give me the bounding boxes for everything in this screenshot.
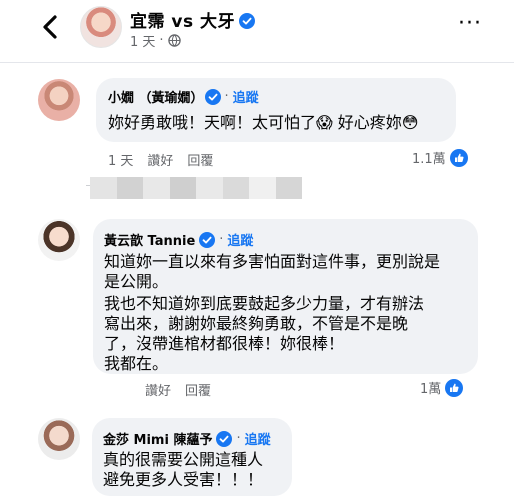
follow-button[interactable]: 追蹤 bbox=[227, 230, 253, 249]
comment-text-line: 我都在。 bbox=[104, 354, 169, 373]
comment-time[interactable]: 1 天 bbox=[108, 150, 133, 169]
comment-author-row: 金莎 Mimi 陳蘊予 · 追蹤 bbox=[103, 429, 271, 448]
comment-text-line: 真的很需要公開這種人 bbox=[103, 450, 264, 469]
comment-text-line: 寫出來，謝謝妳最終夠勇敢，不管是不是晚 bbox=[104, 314, 409, 333]
post-header: 宜霈 vs 大牙 1 天 · ··· bbox=[0, 0, 514, 62]
avatar[interactable] bbox=[38, 418, 80, 460]
verified-badge-icon bbox=[216, 430, 233, 447]
page-title[interactable]: 宜霈 vs 大牙 bbox=[130, 7, 256, 32]
header-divider bbox=[0, 62, 514, 63]
reply-button[interactable]: 回覆 bbox=[185, 380, 211, 399]
comment-author[interactable]: 黃云歆 Tannie bbox=[104, 230, 195, 249]
comment-text-line: 知道妳一直以來有多害怕面對這件事，更別說是 bbox=[104, 252, 441, 271]
author-separator: · bbox=[236, 431, 241, 446]
reply-button[interactable]: 回覆 bbox=[187, 150, 213, 169]
blurred-replies bbox=[90, 177, 302, 199]
comment-author[interactable]: 金莎 Mimi 陳蘊予 bbox=[103, 429, 212, 448]
comment-actions: 1 天 讚好 回覆 bbox=[108, 150, 213, 169]
page-avatar[interactable] bbox=[80, 6, 122, 48]
comment-author[interactable]: 小嫺 （黃瑜嫺） bbox=[108, 87, 204, 106]
reaction-count-text: 1.1萬 bbox=[412, 152, 446, 167]
post-time[interactable]: 1 天 bbox=[130, 31, 155, 50]
like-reaction-icon bbox=[449, 148, 468, 167]
avatar[interactable] bbox=[38, 79, 80, 121]
reaction-count-text: 1萬 bbox=[420, 382, 442, 397]
like-button[interactable]: 讚好 bbox=[147, 150, 173, 169]
comment-text-line: 是公開。 bbox=[104, 272, 169, 291]
comment-text: 妳好勇敢哦！天啊！太可怕了😱 好心疼妳😳 bbox=[108, 113, 419, 132]
post-meta: 1 天 · bbox=[130, 31, 181, 50]
comment-actions: 讚好 回覆 bbox=[145, 380, 211, 399]
comment-author-row: 黃云歆 Tannie · 追蹤 bbox=[104, 230, 253, 249]
more-icon[interactable]: ··· bbox=[458, 13, 482, 35]
like-button[interactable]: 讚好 bbox=[145, 380, 171, 399]
comment-text-line: 避免更多人受害！！！ bbox=[103, 470, 264, 489]
verified-badge-icon bbox=[199, 231, 216, 248]
like-reaction-icon bbox=[445, 378, 464, 397]
reaction-count[interactable]: 1.1萬 bbox=[412, 148, 468, 167]
reaction-count[interactable]: 1萬 bbox=[420, 378, 464, 397]
comment-author-row: 小嫺 （黃瑜嫺） · 追蹤 bbox=[108, 87, 259, 106]
back-arrow-icon[interactable] bbox=[36, 12, 66, 42]
author-separator: · bbox=[224, 89, 229, 104]
follow-button[interactable]: 追蹤 bbox=[233, 87, 259, 106]
follow-button[interactable]: 追蹤 bbox=[245, 429, 271, 448]
comment-text-line: 了，沒帶進棺材都很棒！妳很棒！ bbox=[104, 334, 345, 353]
page-title-text[interactable]: 宜霈 vs 大牙 bbox=[130, 12, 235, 32]
avatar[interactable] bbox=[38, 219, 80, 261]
verified-badge-icon bbox=[204, 88, 221, 105]
author-separator: · bbox=[219, 232, 224, 247]
comment-text-line: 我也不知道妳到底要鼓起多少力量，才有辦法 bbox=[104, 294, 425, 313]
globe-icon bbox=[167, 34, 181, 47]
meta-separator: · bbox=[159, 33, 164, 48]
verified-badge-icon bbox=[239, 13, 256, 29]
